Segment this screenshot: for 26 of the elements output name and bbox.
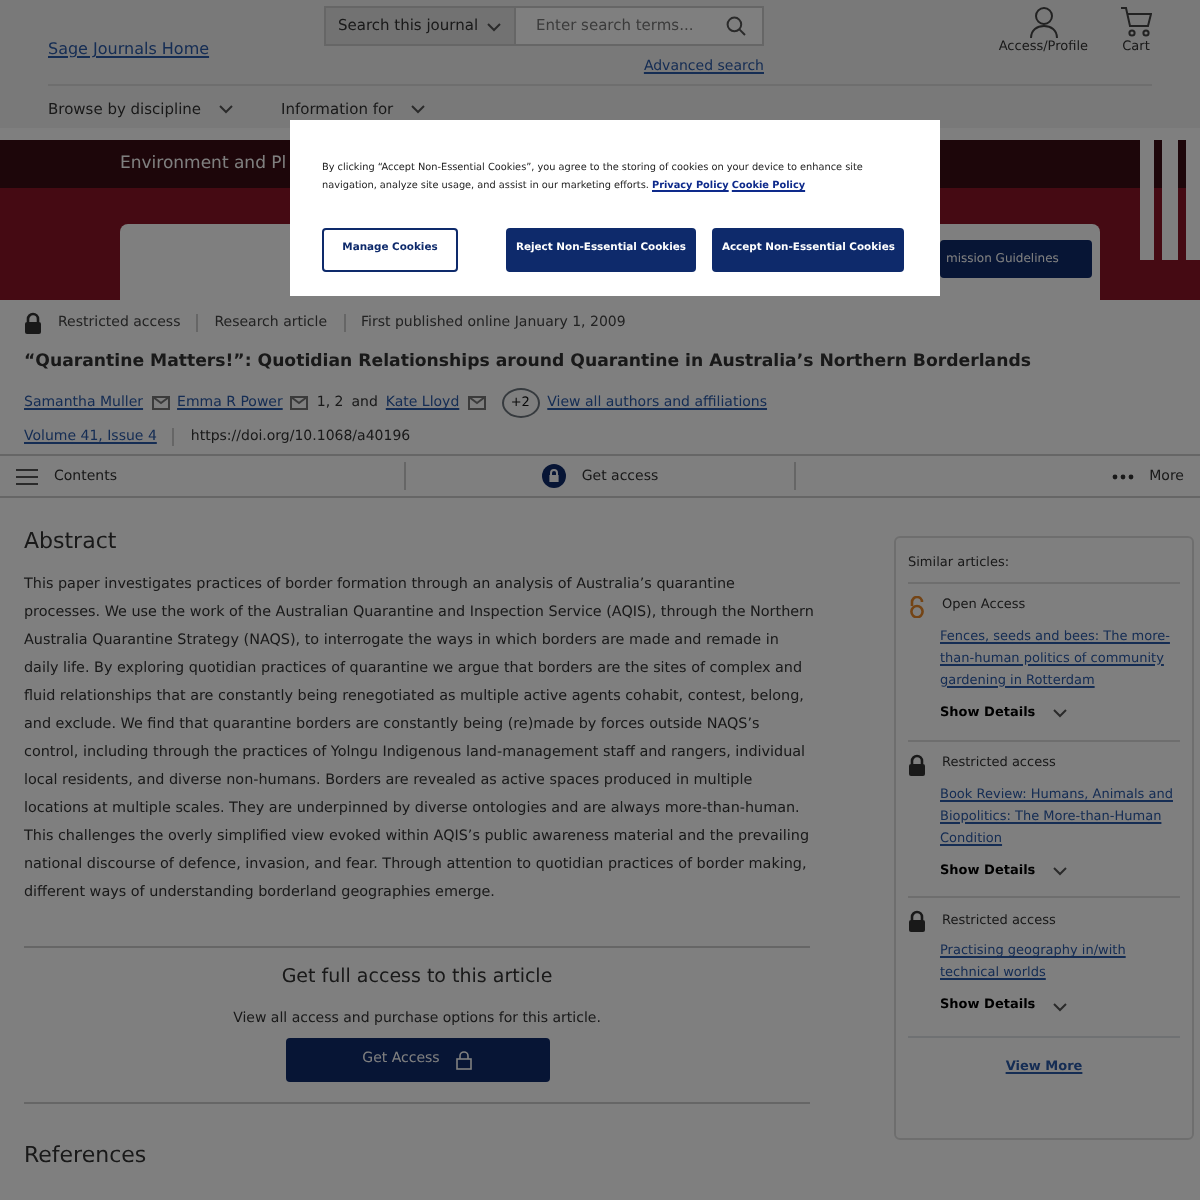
article-title: “Quarantine Matters!”: Quotidian Relationships around Quarantine in Australia’s Northern Borderlands xyxy=(24,350,1033,376)
envelope-icon xyxy=(290,395,309,410)
chevron-down-icon xyxy=(1051,1001,1068,1012)
envelope-icon xyxy=(151,395,170,410)
search-icon xyxy=(726,16,746,36)
section-heading: References xyxy=(24,1139,149,1172)
access-heading: Get full access to this article xyxy=(279,963,555,992)
lock-icon xyxy=(455,1049,472,1070)
cart-icon xyxy=(1120,6,1152,38)
envelope-icon xyxy=(467,395,486,410)
user-icon xyxy=(1029,6,1058,38)
chevron-down-icon xyxy=(409,104,426,115)
chevron-down-icon xyxy=(1051,865,1068,876)
section-heading: Abstract xyxy=(24,526,119,559)
chevron-down-icon xyxy=(217,104,234,115)
journal-title: Environment and Pl xyxy=(120,151,287,177)
logo-link[interactable]: Sage Journals Home xyxy=(48,38,324,62)
more-icon xyxy=(1111,473,1134,480)
lock-icon xyxy=(908,753,926,775)
chevron-down-icon xyxy=(1051,708,1068,719)
lock-icon xyxy=(908,910,926,933)
lock-icon xyxy=(541,464,566,489)
lock-icon xyxy=(24,312,42,334)
menu-icon xyxy=(16,467,38,486)
chevron-down-icon xyxy=(486,21,503,31)
stripes-logo xyxy=(1140,140,1200,260)
